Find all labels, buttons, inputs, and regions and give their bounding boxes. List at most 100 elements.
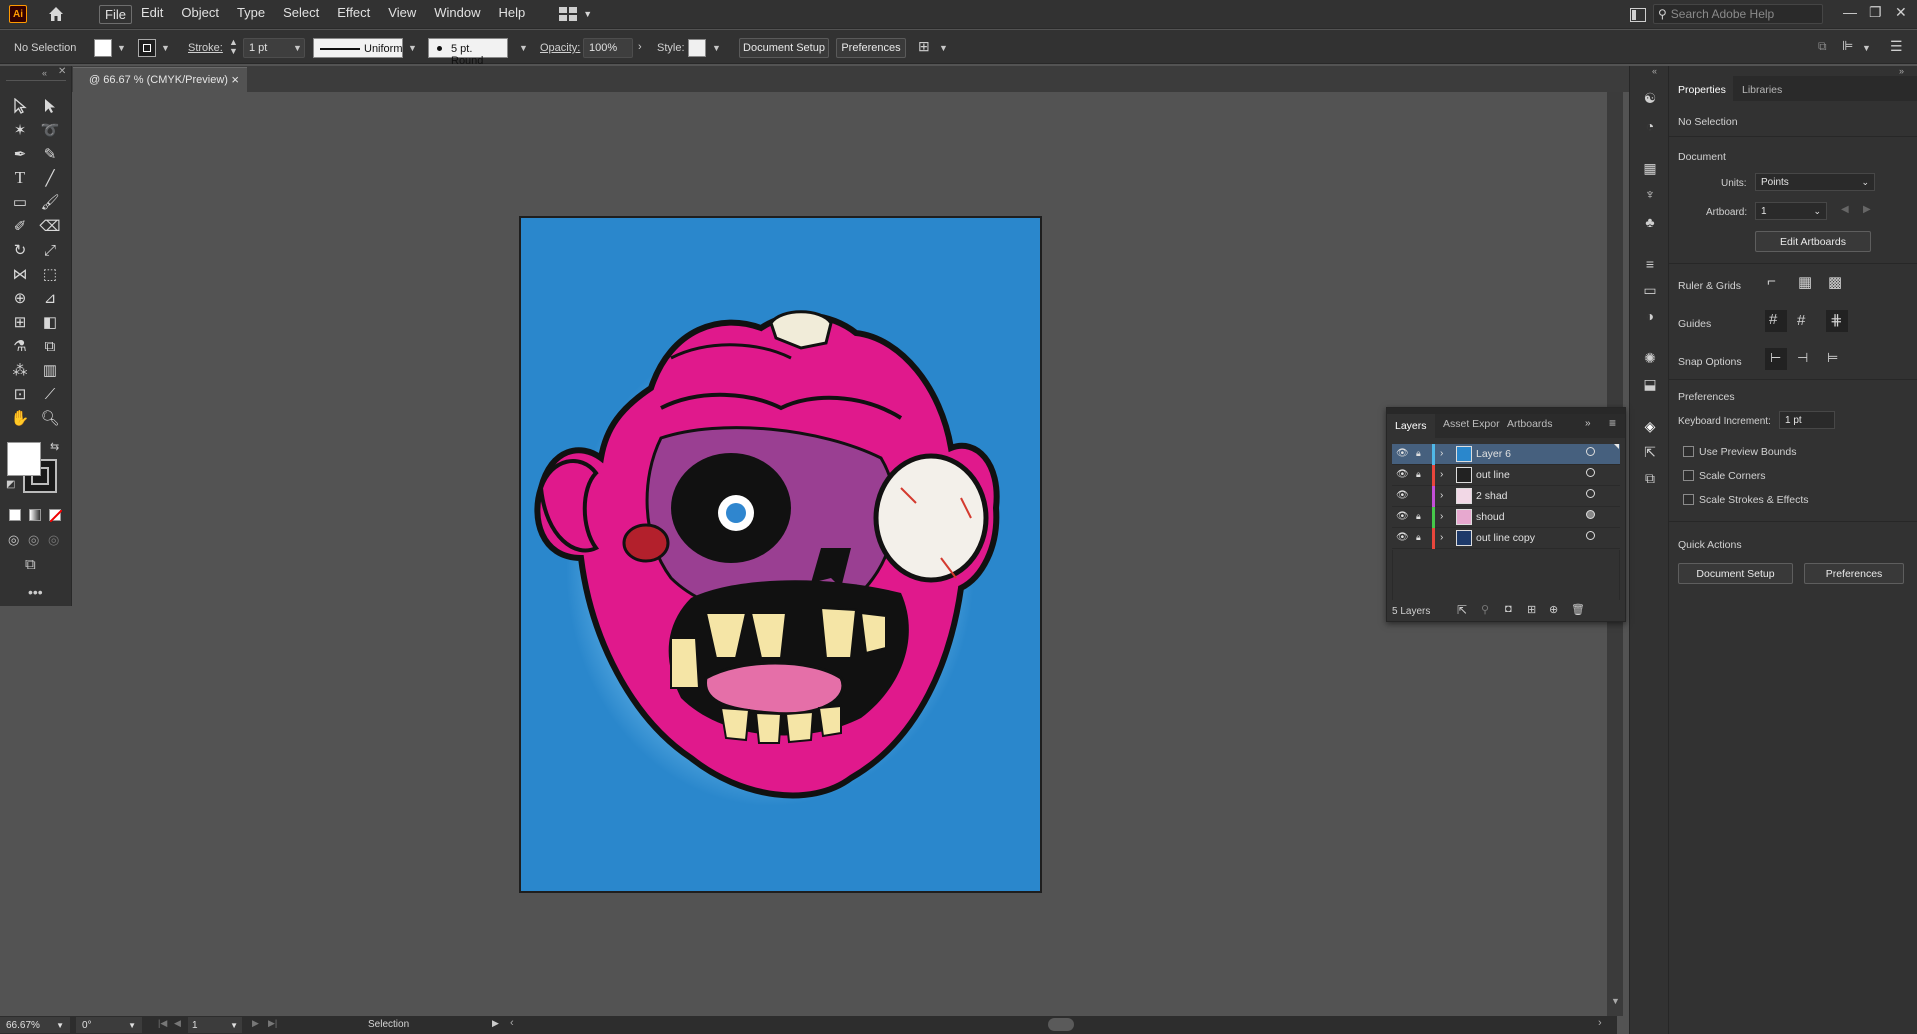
artboard-navigator-field[interactable]: 1 ▼ [188,1017,242,1033]
eyedropper-tool-icon[interactable]: ⚗ [8,335,32,357]
gradient-mode-icon[interactable] [29,509,41,521]
color-guide-icon[interactable]: ☯ [1640,88,1660,108]
scroll-left-icon[interactable]: ‹ [510,1017,514,1029]
use-preview-bounds-checkbox[interactable] [1683,446,1694,457]
menu-edit[interactable]: Edit [132,5,172,24]
artboard-tool-icon[interactable]: ⊡ [8,383,32,405]
variable-width-profile[interactable]: Uniform [313,38,403,58]
visibility-eye-icon[interactable]: 👁︎ [1396,469,1409,480]
curvature-tool-icon[interactable]: ✎ [38,143,62,165]
close-icon[interactable]: ✕ [1895,4,1907,21]
preferences-button[interactable]: Preferences [836,38,906,58]
align-icon[interactable]: ⊫ [1842,38,1853,54]
stroke-label[interactable]: Stroke: [188,42,223,54]
target-circle-icon[interactable] [1586,510,1595,519]
visibility-eye-icon[interactable]: 👁︎ [1396,448,1409,459]
keyboard-increment-field[interactable]: 1 pt [1779,411,1835,429]
layer-name[interactable]: out line [1476,469,1510,481]
appearance-icon[interactable]: ✺ [1640,348,1660,368]
lock-guides-icon[interactable]: # [1797,312,1805,329]
next-artboard-icon[interactable]: ▶ [1863,204,1871,215]
swap-colors-icon[interactable]: ⇆ [50,440,59,453]
expand-layer-icon[interactable]: › [1440,532,1443,543]
expand-layer-icon[interactable]: › [1440,490,1443,501]
collect-export-icon[interactable]: ⇱ [1457,603,1467,617]
menu-effect[interactable]: Effect [328,5,379,24]
scroll-right-icon[interactable]: › [1598,1017,1602,1029]
first-artboard-icon[interactable]: |◀ [158,1018,167,1029]
prev-artboard-icon[interactable]: ◀ [174,1018,181,1029]
collapse-toolbar-icon[interactable]: « [42,68,47,78]
pen-tool-icon[interactable]: ✒ [8,143,32,165]
screen-mode-icon[interactable]: ⧉ [25,556,36,573]
stroke-chevron-icon[interactable]: ▼ [161,43,170,53]
panel-menu-icon[interactable]: ☰ [1890,38,1903,55]
expand-layer-icon[interactable]: › [1440,448,1443,459]
edit-artboards-button[interactable]: Edit Artboards [1755,231,1871,252]
expand-layer-icon[interactable]: › [1440,511,1443,522]
layer-name[interactable]: out line copy [1476,532,1535,544]
menu-help[interactable]: Help [489,5,534,24]
profile-chevron-icon[interactable]: ▼ [408,43,417,53]
slice-tool-icon[interactable]: ⟋ [38,383,62,405]
snap-to-grid-icon[interactable]: ⊣ [1797,350,1808,366]
menu-file[interactable]: File [99,4,132,24]
magic-wand-tool-icon[interactable]: ✶ [8,119,32,141]
menu-object[interactable]: Object [172,5,228,24]
rotation-chevron-icon[interactable]: ▼ [128,1021,136,1030]
artboard-chevron-icon[interactable]: ▼ [230,1021,238,1030]
arrange-icon[interactable]: ⊞ [918,38,930,55]
zoom-field[interactable]: 66.67% ▼ [0,1017,70,1033]
style-swatch[interactable] [688,39,706,57]
artboard-dropdown[interactable]: 1 ⌄ [1755,202,1827,220]
hand-tool-icon[interactable]: ✋ [8,407,32,429]
locate-object-icon[interactable]: ⚲ [1481,603,1489,616]
status-menu-icon[interactable]: ▶ [492,1018,499,1029]
menu-window[interactable]: Window [425,5,489,24]
width-tool-icon[interactable]: ⋈ [8,263,32,285]
scale-corners-checkbox[interactable] [1683,470,1694,481]
quick-document-setup-button[interactable]: Document Setup [1678,563,1793,584]
menu-type[interactable]: Type [228,5,274,24]
layer-row[interactable]: 👁︎ 🔒︎ › Layer 6 [1392,444,1620,465]
rectangle-tool-icon[interactable]: ▭ [8,191,32,213]
column-graph-tool-icon[interactable]: ▥ [38,359,62,381]
target-circle-icon[interactable] [1586,489,1595,498]
home-icon[interactable] [47,5,65,23]
lock-icon[interactable]: 🔒︎ [1416,511,1421,522]
layer-row[interactable]: 👁︎ › 2 shad [1392,486,1620,507]
color-icon[interactable]: ◔ [1640,116,1660,136]
document-setup-button[interactable]: Document Setup [739,38,829,58]
target-circle-icon[interactable] [1586,447,1595,456]
draw-behind-icon[interactable]: ◎ [28,532,39,548]
layer-name[interactable]: Layer 6 [1476,448,1511,460]
symbol-sprayer-tool-icon[interactable]: ⁂ [8,359,32,381]
scale-strokes-effects-checkbox[interactable] [1683,494,1694,505]
tab-libraries[interactable]: Libraries [1733,76,1917,101]
brush-definition[interactable]: 5 pt. Round [428,38,508,67]
toolbar-grip[interactable] [6,80,66,82]
target-circle-icon[interactable] [1586,531,1595,540]
shape-builder-tool-icon[interactable]: ⊕ [8,287,32,309]
visibility-eye-icon[interactable]: 👁︎ [1396,532,1409,543]
perspective-grid-tool-icon[interactable]: ⊿ [38,287,62,309]
stroke-panel-icon[interactable]: ≡ [1640,254,1660,274]
rulers-icon[interactable]: ⌐ [1767,273,1776,290]
layer-row[interactable]: 👁︎ 🔒︎ › out line [1392,465,1620,486]
eraser-tool-icon[interactable]: ⌫ [38,215,62,237]
collapse-layers-icon[interactable]: » [1585,418,1591,429]
transform-icon[interactable]: ⧉ [1818,39,1827,54]
search-input[interactable]: ⚲ Search Adobe Help [1653,4,1823,24]
export-icon[interactable]: ⇱ [1640,442,1660,462]
visibility-eye-icon[interactable]: 👁︎ [1396,511,1409,522]
new-sublayer-icon[interactable]: ⊞ [1527,603,1536,616]
default-colors-icon[interactable]: ◩ [6,479,15,490]
visibility-eye-icon[interactable]: 👁︎ [1396,490,1409,501]
chevron-right-icon[interactable]: › [638,41,642,53]
collapse-panel-icon[interactable]: » [1899,66,1904,76]
stroke-stepper-icon[interactable]: ▲ ▼ [229,38,238,56]
tab-artboards[interactable]: Artboards [1507,418,1553,430]
transparency-grid-icon[interactable]: ▩ [1828,273,1842,291]
menu-view[interactable]: View [379,5,425,24]
horizontal-scroll-thumb[interactable] [1048,1018,1074,1031]
